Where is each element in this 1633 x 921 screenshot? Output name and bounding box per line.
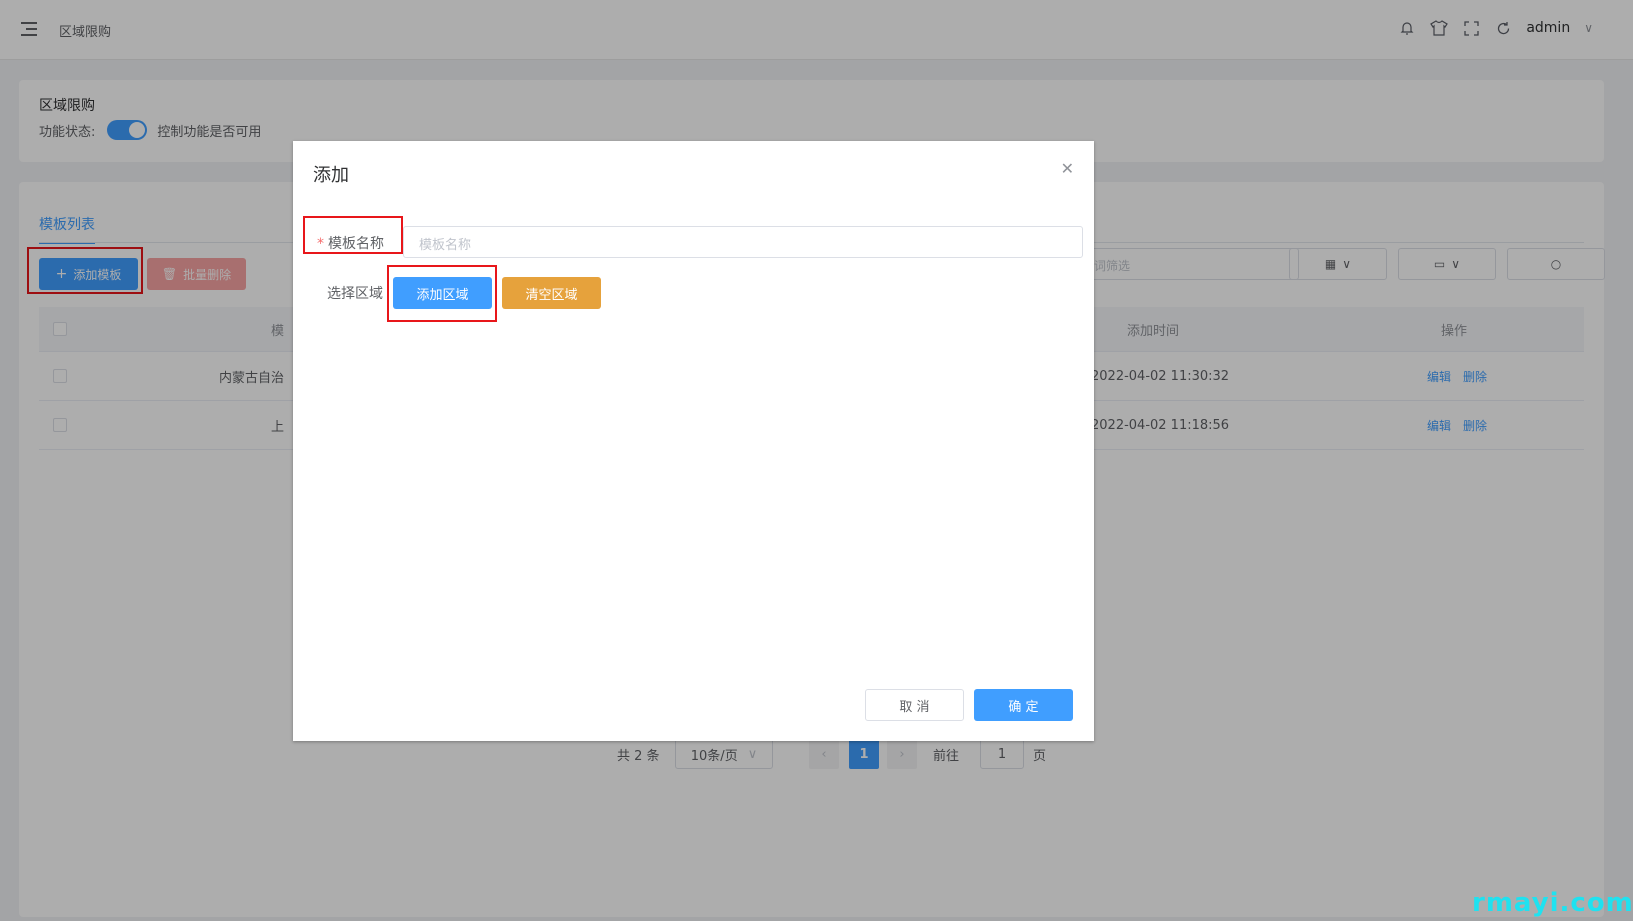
cancel-button[interactable]: 取 消 [865,689,964,721]
region-label: 选择区域 [327,286,383,302]
annotation-box-name-label [303,216,403,254]
dialog-title: 添加 [313,165,349,186]
watermark: rmayi.com [1472,888,1633,918]
close-icon[interactable]: ✕ [1061,159,1074,178]
add-dialog: 添加 ✕ * 模板名称 模板名称 选择区域 添加区域 清空区域 取 消 确 定 [293,141,1094,741]
annotation-box-add-region [387,265,497,322]
clear-region-button[interactable]: 清空区域 [502,277,601,309]
template-name-input[interactable]: 模板名称 [403,226,1083,258]
confirm-button[interactable]: 确 定 [974,689,1073,721]
